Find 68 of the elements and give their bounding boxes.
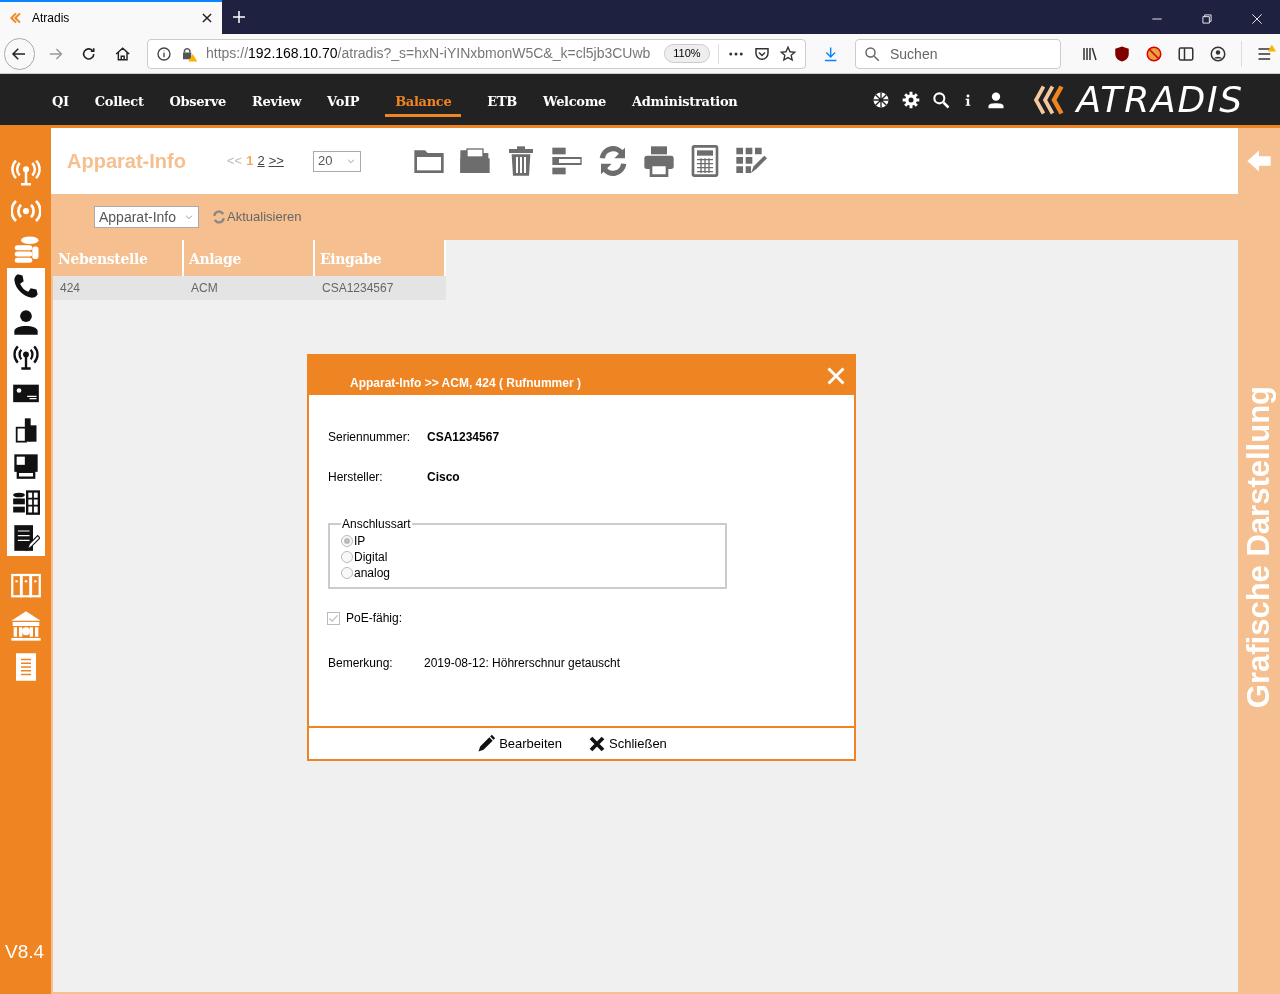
blocked-icon[interactable]: [1144, 44, 1163, 63]
chevron-down-icon: [346, 156, 356, 166]
settings-icon[interactable]: [900, 89, 921, 110]
plus-icon[interactable]: [230, 8, 248, 26]
close-button[interactable]: Schließen: [588, 733, 667, 754]
nav-item[interactable]: VoIP: [327, 92, 360, 117]
poe-checkbox[interactable]: PoE-fähig:: [327, 609, 854, 627]
checkmark-icon: [328, 612, 339, 624]
table-cell-text: CSA1234567: [321, 280, 395, 297]
restore-icon[interactable]: [1200, 12, 1214, 26]
radio-option[interactable]: Digital: [341, 549, 725, 565]
sidebar-icon[interactable]: [1176, 44, 1195, 63]
close-icon[interactable]: [1250, 12, 1264, 26]
star-icon[interactable]: [778, 44, 797, 63]
search-icon[interactable]: [930, 89, 951, 110]
table-cell-text: 424: [59, 280, 82, 297]
address-bar[interactable]: https://192.168.10.70/atradis?_s=hxN-iYINxbmonW5C&_k=cl5jb3CUwb 110%: [147, 38, 806, 69]
nav-item[interactable]: Observe: [169, 92, 226, 117]
bank-icon[interactable]: [9, 610, 42, 642]
document-edit-icon[interactable]: [11, 524, 40, 552]
radio-option[interactable]: analog: [341, 565, 725, 581]
close-icon[interactable]: [200, 11, 214, 25]
user-icon[interactable]: [11, 308, 40, 336]
field-label: Bemerkung:: [328, 655, 394, 672]
search-icon: [862, 44, 881, 63]
version-label: V8.4: [5, 939, 45, 964]
antenna-icon[interactable]: [11, 344, 40, 372]
chevron-down-icon: [184, 212, 194, 222]
field-value: CSA1234567: [427, 429, 500, 446]
home-icon[interactable]: [113, 44, 131, 63]
nav-item[interactable]: Administration: [632, 92, 738, 117]
field-label: Hersteller:: [328, 469, 384, 486]
view-select[interactable]: Apparat-Info: [94, 206, 199, 228]
dialog-title: Apparat-Info >> ACM, 424 ( Rufnummer ): [350, 375, 581, 392]
refresh-button[interactable]: Aktualisieren: [211, 207, 302, 227]
edit-button[interactable]: Bearbeiten: [476, 733, 563, 754]
page-size-select[interactable]: 20: [313, 150, 361, 172]
database-table-icon[interactable]: [11, 488, 40, 516]
shield-icon[interactable]: [1112, 44, 1131, 63]
field-value: Cisco: [427, 469, 460, 486]
page-link[interactable]: 2: [257, 151, 265, 171]
printer-icon[interactable]: [643, 145, 675, 177]
nav-item[interactable]: QI: [52, 92, 69, 117]
group-legend: Anschlussart: [341, 515, 412, 533]
account-icon[interactable]: [1208, 44, 1227, 63]
search-field[interactable]: Suchen: [854, 38, 1061, 69]
nav-item[interactable]: Review: [252, 92, 302, 117]
nav-item[interactable]: ETB: [487, 92, 517, 117]
radio-option[interactable]: IP: [341, 533, 725, 549]
align-icon[interactable]: [551, 145, 583, 177]
field-label: Seriennummer:: [328, 429, 412, 446]
pencil-icon: [476, 733, 497, 754]
field-value: 2019-08-12: Höhrerschnur getauscht: [424, 655, 621, 672]
nav-item[interactable]: Balance: [385, 92, 462, 117]
zoom-level[interactable]: 110%: [664, 44, 710, 63]
table-cell-text: ACM: [190, 280, 219, 297]
refresh-icon: [211, 210, 227, 224]
page-title: Apparat-Info: [67, 149, 187, 174]
nav-item[interactable]: Welcome: [542, 92, 607, 117]
close-icon: [588, 734, 607, 753]
url-text: https://192.168.10.70/atradis?_s=hxN-iYINxbmonW5C&_k=cl5jb3CUwb: [206, 44, 652, 63]
nav-item[interactable]: Collect: [94, 92, 144, 117]
logo-text: ATRADIS: [1076, 81, 1244, 118]
refresh-icon[interactable]: [597, 145, 629, 177]
info-icon: [156, 45, 172, 62]
phone-icon[interactable]: [11, 272, 40, 300]
next-page-link[interactable]: >>: [268, 151, 284, 171]
calculator-icon[interactable]: [689, 145, 721, 177]
